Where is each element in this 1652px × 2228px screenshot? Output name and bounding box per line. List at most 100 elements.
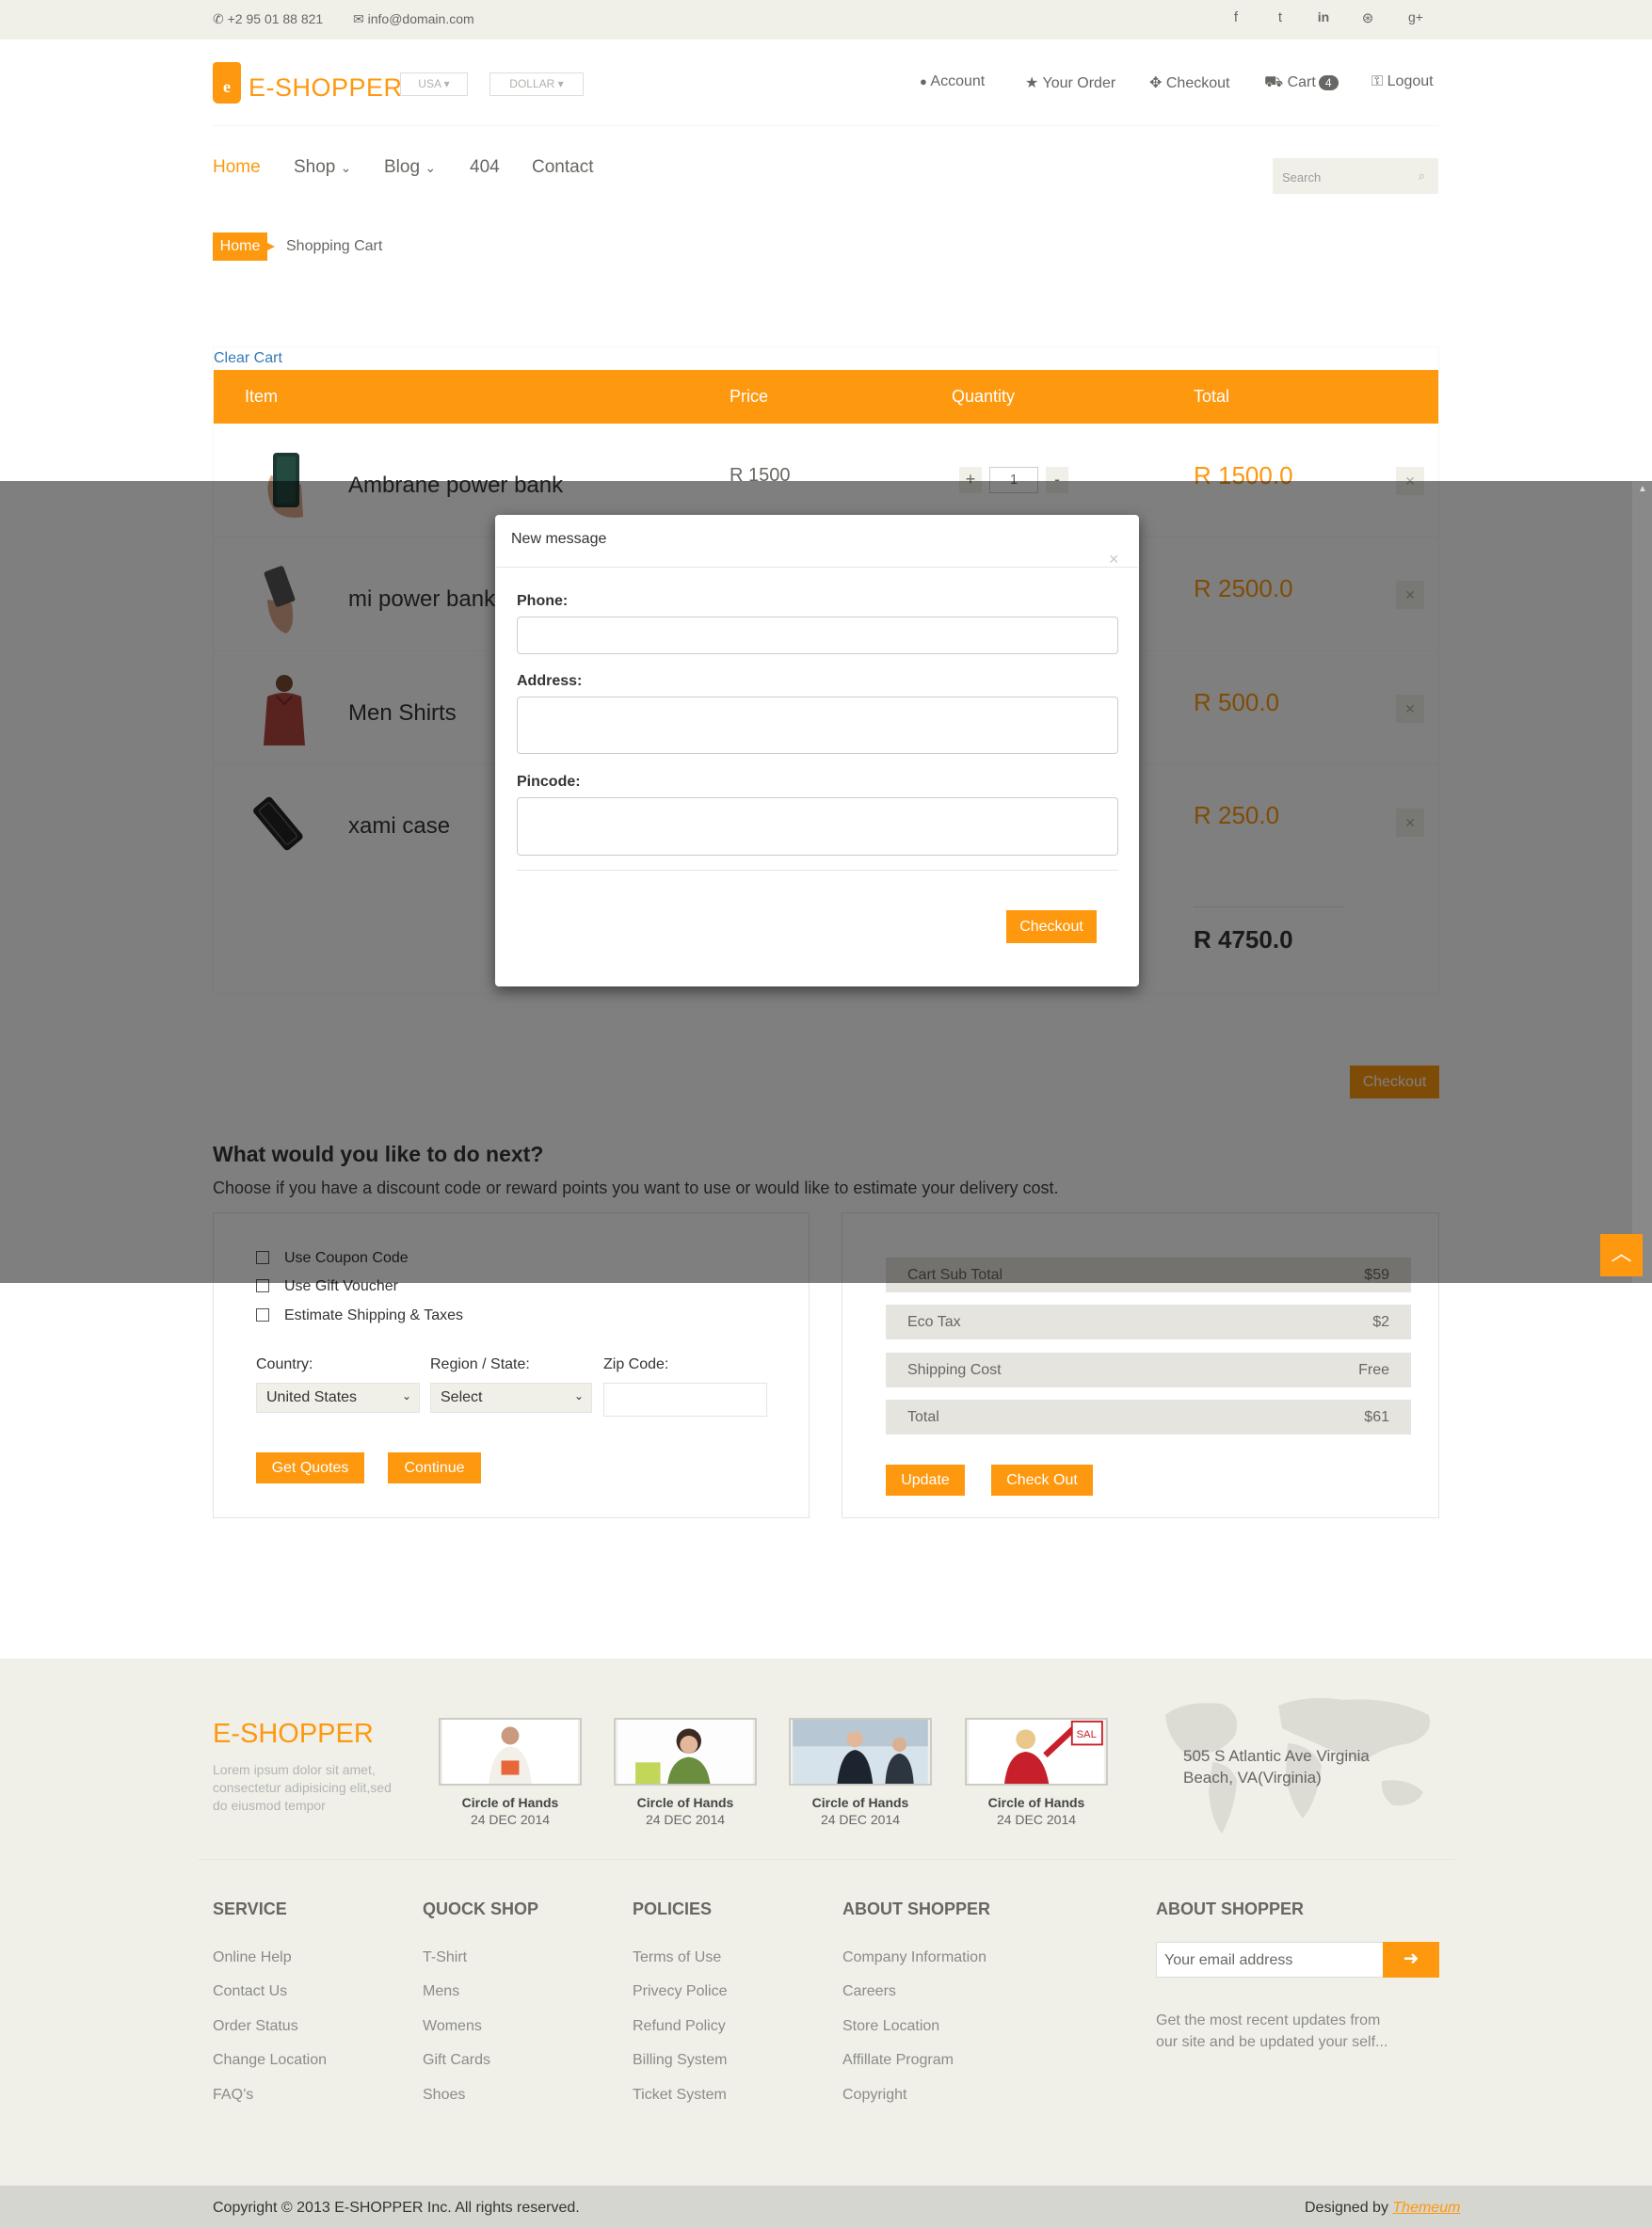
- shipping-label: Estimate Shipping & Taxes: [284, 1307, 464, 1323]
- footer-logo[interactable]: E-SHOPPER: [213, 1719, 374, 1750]
- footer-link[interactable]: Change Location: [213, 2052, 327, 2069]
- designer-link[interactable]: Themeum: [1392, 2200, 1460, 2216]
- video-thumbnail[interactable]: [439, 1718, 582, 1786]
- breadcrumb-current: Shopping Cart: [286, 238, 383, 254]
- footer-link[interactable]: Store Location: [842, 2018, 939, 2035]
- footer-link[interactable]: Order Status: [213, 2018, 298, 2035]
- address-field[interactable]: [517, 697, 1118, 754]
- modal-title: New message: [511, 531, 607, 547]
- clear-cart-link[interactable]: Clear Cart: [214, 350, 282, 367]
- modal-scrollbar[interactable]: [1632, 481, 1652, 1283]
- country-select[interactable]: United States ⌄: [256, 1383, 420, 1413]
- footer-link[interactable]: Womens: [423, 2018, 482, 2035]
- footer-link[interactable]: Privecy Police: [633, 1983, 727, 2000]
- phone-icon: ✆: [213, 11, 224, 26]
- search-icon[interactable]: ⌕: [1419, 168, 1425, 184]
- scroll-up-arrow-icon[interactable]: ▲: [1638, 484, 1647, 494]
- footer-link[interactable]: FAQ’s: [213, 2087, 253, 2104]
- video-title[interactable]: Circle of Hands: [439, 1795, 582, 1810]
- address-label: Address:: [517, 673, 583, 689]
- header-total: Total: [1194, 387, 1230, 406]
- footer-link[interactable]: Gift Cards: [423, 2052, 490, 2069]
- summary-row: Eco Tax $2: [886, 1305, 1411, 1339]
- footer-link[interactable]: Contact Us: [213, 1983, 287, 2000]
- video-thumbnail[interactable]: [614, 1718, 757, 1786]
- country-dropdown[interactable]: USA ▾: [400, 72, 468, 96]
- footer-heading-quick-shop: QUOCK SHOP: [423, 1899, 539, 1918]
- video-date: 24 DEC 2014: [470, 1812, 551, 1827]
- phone-field[interactable]: [517, 617, 1118, 654]
- footer-link[interactable]: Company Information: [842, 1949, 986, 1966]
- linkedin-icon[interactable]: in: [1314, 9, 1333, 28]
- dribbble-icon[interactable]: ⊛: [1358, 9, 1377, 28]
- twitter-icon[interactable]: t: [1271, 9, 1290, 28]
- scroll-to-top-icon[interactable]: ︿: [1600, 1234, 1643, 1276]
- footer-heading-policies: POLICIES: [633, 1899, 713, 1918]
- modal-checkout-button[interactable]: Checkout: [1006, 910, 1097, 943]
- footer-heading-subscribe: ABOUT SHOPPER: [1156, 1899, 1305, 1918]
- nav-checkout[interactable]: ✥ Checkout: [1149, 73, 1229, 92]
- header-item: Item: [245, 387, 279, 406]
- breadcrumb-home[interactable]: Home: [213, 232, 275, 261]
- mainnav-404[interactable]: 404: [470, 157, 500, 178]
- footer-link[interactable]: Ticket System: [633, 2087, 727, 2104]
- continue-button[interactable]: Continue: [388, 1452, 481, 1483]
- footer-link[interactable]: Terms of Use: [633, 1949, 721, 1966]
- subscribe-email-input[interactable]: Your email address: [1156, 1942, 1384, 1978]
- check-out-button[interactable]: Check Out: [991, 1465, 1093, 1496]
- envelope-icon: ✉: [353, 11, 364, 26]
- footer-heading-service: SERVICE: [213, 1899, 287, 1918]
- phone-contact: ✆ +2 95 01 88 821: [213, 11, 323, 27]
- nav-your-order[interactable]: ★ Your Order: [1025, 73, 1115, 92]
- mainnav-contact[interactable]: Contact: [532, 157, 593, 178]
- video-title[interactable]: Circle of Hands: [965, 1795, 1108, 1810]
- chevron-down-icon: ⌄: [573, 1389, 584, 1403]
- header-quantity: Quantity: [952, 387, 1016, 406]
- mainnav-home[interactable]: Home: [213, 157, 261, 178]
- shipping-checkbox[interactable]: [256, 1308, 269, 1322]
- designed-by: Designed by Themeum: [1305, 2200, 1461, 2216]
- logo-bag-icon[interactable]: e: [213, 62, 241, 104]
- zip-input[interactable]: [603, 1383, 767, 1417]
- get-quotes-button[interactable]: Get Quotes: [256, 1452, 364, 1483]
- pincode-field[interactable]: [517, 797, 1118, 856]
- google-plus-icon[interactable]: g+: [1406, 9, 1425, 28]
- footer-heading-about: ABOUT SHOPPER: [842, 1899, 991, 1918]
- facebook-icon[interactable]: f: [1227, 9, 1245, 28]
- update-button[interactable]: Update: [886, 1465, 965, 1496]
- logo-text[interactable]: E-SHOPPER: [249, 73, 403, 103]
- email-contact[interactable]: ✉ info@domain.com: [353, 11, 474, 27]
- footer-link[interactable]: Online Help: [213, 1949, 292, 1966]
- nav-cart[interactable]: ⛟ Cart 4: [1264, 73, 1339, 92]
- mainnav-blog[interactable]: Blog ⌄: [384, 157, 436, 178]
- currency-dropdown[interactable]: DOLLAR ▾: [489, 72, 584, 96]
- search-input[interactable]: Search ⌕: [1273, 158, 1438, 194]
- summary-row: Shipping Cost Free: [886, 1353, 1411, 1387]
- footer-link[interactable]: Shoes: [423, 2087, 465, 2104]
- nav-account[interactable]: ● Account: [920, 73, 985, 90]
- video-thumbnail[interactable]: [789, 1718, 932, 1786]
- nav-logout[interactable]: ⚿ Logout: [1371, 73, 1434, 90]
- video-thumbnail[interactable]: SAL: [965, 1718, 1108, 1786]
- footer-link[interactable]: Careers: [842, 1983, 896, 2000]
- subscribe-arrow-icon[interactable]: ➜: [1383, 1942, 1439, 1978]
- region-select[interactable]: Select ⌄: [430, 1383, 592, 1413]
- phone-number: +2 95 01 88 821: [227, 11, 324, 26]
- region-label: Region / State:: [430, 1356, 530, 1372]
- footer-link[interactable]: Mens: [423, 1983, 459, 2000]
- footer-link[interactable]: T-Shirt: [423, 1949, 467, 1966]
- footer-about-text: Lorem ipsum dolor sit amet, consectetur …: [213, 1762, 392, 1813]
- pincode-label: Pincode:: [517, 774, 581, 790]
- caret-down-icon: ▾: [443, 77, 450, 90]
- footer-link[interactable]: Billing System: [633, 2052, 727, 2069]
- footer-link[interactable]: Copyright: [842, 2087, 906, 2104]
- header-price: Price: [730, 387, 769, 406]
- copyright-text: Copyright © 2013 E-SHOPPER Inc. All righ…: [213, 2200, 580, 2216]
- video-title[interactable]: Circle of Hands: [614, 1795, 757, 1810]
- video-date: 24 DEC 2014: [645, 1812, 726, 1827]
- video-title[interactable]: Circle of Hands: [789, 1795, 932, 1810]
- footer-link[interactable]: Refund Policy: [633, 2018, 726, 2035]
- mainnav-shop[interactable]: Shop ⌄: [294, 157, 351, 178]
- footer-link[interactable]: Affillate Program: [842, 2052, 954, 2069]
- star-icon: ★: [1025, 75, 1039, 91]
